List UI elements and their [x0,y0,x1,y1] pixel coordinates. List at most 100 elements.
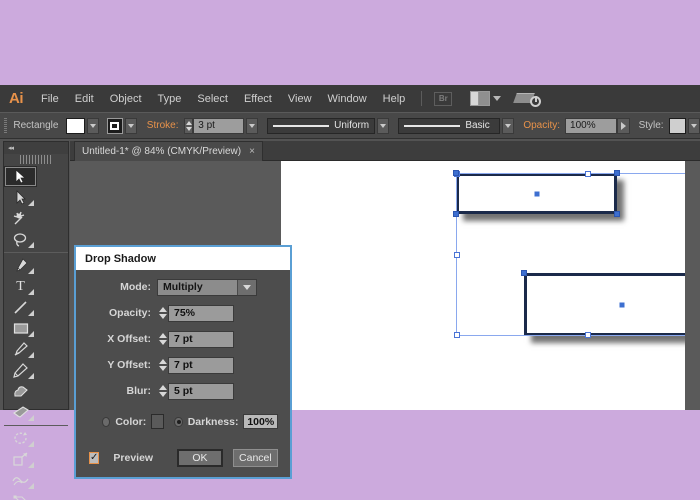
eraser-tool[interactable] [4,402,37,423]
pen-tool[interactable] [4,255,37,276]
selection-handle-ml[interactable] [454,251,460,258]
rotate-tool[interactable] [4,428,37,449]
graphic-style-swatch[interactable] [668,117,686,134]
menu-item-effect[interactable]: Effect [236,89,280,109]
brush-definition-label: Basic [465,120,490,131]
y-offset-stepper[interactable] [157,356,168,374]
width-tool[interactable] [4,470,37,491]
opacity-stepper[interactable] [157,304,168,322]
anchor-point-r1-br[interactable] [614,211,620,217]
preview-checkbox[interactable]: ✓ [89,452,100,464]
blur-stepper[interactable] [157,382,168,400]
style-dropdown-icon[interactable] [687,117,700,134]
opacity-input[interactable]: 75% [168,304,234,322]
blob-brush-tool[interactable] [4,381,37,402]
y-offset-label: Y Offset: [107,359,151,371]
color-darkness-row: Color: Darkness: 100% [102,414,278,429]
tool-divider [4,252,68,253]
stroke-weight-stepper[interactable] [184,117,194,134]
anchor-point-r2-tl[interactable] [521,270,527,276]
mode-select[interactable]: Multiply [157,278,257,296]
fill-color-swatch[interactable] [65,117,85,134]
darkness-radio[interactable] [174,416,183,427]
arrange-documents-icon[interactable] [470,91,491,106]
anchor-point-r1-tr[interactable] [614,170,620,176]
chevron-down-icon[interactable] [237,279,256,295]
control-bar: Rectangle Stroke: 3 pt Uniform Basic Opa… [0,112,700,139]
collapse-panel-icon[interactable]: ◂◂ [8,144,14,152]
color-label: Color: [115,415,147,428]
rectangle-tool[interactable] [4,318,37,339]
bridge-icon[interactable]: Br [434,91,453,106]
stroke-profile-dropdown-icon[interactable] [377,117,390,134]
selection-handle-tc[interactable] [585,171,591,177]
darkness-input[interactable]: 100% [243,414,278,429]
menu-item-select[interactable]: Select [189,89,236,109]
y-offset-input[interactable]: 7 pt [168,356,234,374]
screen-root: Ai File Edit Object Type Select Effect V… [0,0,700,500]
ok-button[interactable]: OK [177,449,223,467]
menu-item-help[interactable]: Help [375,89,414,109]
shadow-color-swatch[interactable] [151,414,165,429]
paintbrush-tool[interactable] [4,339,37,360]
artboard-canvas[interactable] [281,161,700,410]
document-tab[interactable]: Untitled-1* @ 84% (CMYK/Preview) × [74,141,263,161]
canvas-right-gutter [685,161,700,410]
x-offset-row: X Offset: 7 pt [84,330,278,348]
brush-dropdown-icon[interactable] [502,117,515,134]
anchor-point-r1-tl[interactable] [453,170,459,176]
blur-label: Blur: [126,385,152,397]
menu-item-type[interactable]: Type [150,89,190,109]
opacity-label: Opacity: [108,307,151,319]
control-bar-grip[interactable] [4,117,8,134]
chevron-down-icon[interactable] [493,96,502,101]
scale-tool[interactable] [4,449,37,470]
selection-bounding-box [454,171,700,338]
menu-item-view[interactable]: View [280,89,320,109]
dialog-body: Mode: Multiply Opacity: 75% X Offset: 7 … [76,270,290,467]
stroke-weight-input[interactable]: 3 pt [193,117,244,134]
selection-handle-bl[interactable] [454,332,460,338]
tool-grid: T [4,166,68,500]
magic-wand-tool[interactable] [4,208,37,229]
fill-dropdown-icon[interactable] [86,117,100,134]
menu-bar: Ai File Edit Object Type Select Effect V… [0,85,700,112]
document-tab-bar: Untitled-1* @ 84% (CMYK/Preview) × [70,141,700,161]
tools-panel-header[interactable]: ◂◂ [4,142,68,154]
workspace-switcher-icon[interactable] [513,91,542,107]
lasso-tool[interactable] [4,229,37,250]
menu-item-object[interactable]: Object [102,89,150,109]
line-segment-tool[interactable] [4,297,37,318]
color-radio[interactable] [102,416,111,427]
cancel-button[interactable]: Cancel [232,449,278,467]
menu-item-edit[interactable]: Edit [67,89,102,109]
dialog-title: Drop Shadow [85,252,156,265]
x-offset-input[interactable]: 7 pt [168,330,234,348]
stroke-color-swatch[interactable] [107,117,123,134]
free-transform-tool[interactable] [4,491,37,500]
stroke-dropdown-icon[interactable] [124,117,137,134]
dialog-footer: ✓ Preview OK Cancel [89,449,278,467]
type-tool[interactable]: T [4,276,37,297]
brush-definition-display[interactable]: Basic [398,117,501,134]
selection-handle-bc[interactable] [585,332,591,338]
anchor-point-r1-bl[interactable] [453,211,459,217]
opacity-flyout-icon[interactable] [617,117,630,134]
menu-item-window[interactable]: Window [320,89,375,109]
x-offset-stepper[interactable] [157,330,168,348]
selection-tool[interactable] [4,166,37,187]
drop-shadow-dialog: Drop Shadow Mode: Multiply Opacity: 75% [74,245,292,479]
stroke-weight-dropdown-icon[interactable] [245,117,259,134]
tools-panel: ◂◂ T [3,141,69,500]
close-icon[interactable]: × [249,146,255,157]
x-offset-label: X Offset: [107,333,151,345]
menu-item-file[interactable]: File [33,89,67,109]
opacity-input[interactable]: 100% [565,117,618,134]
pencil-tool[interactable] [4,360,37,381]
direct-selection-tool[interactable] [4,187,37,208]
blur-input[interactable]: 5 pt [168,382,234,400]
tools-panel-grip[interactable] [20,155,52,164]
style-label: Style: [638,120,664,131]
dialog-title-bar[interactable]: Drop Shadow [76,247,290,270]
stroke-profile-display[interactable]: Uniform [267,117,376,134]
